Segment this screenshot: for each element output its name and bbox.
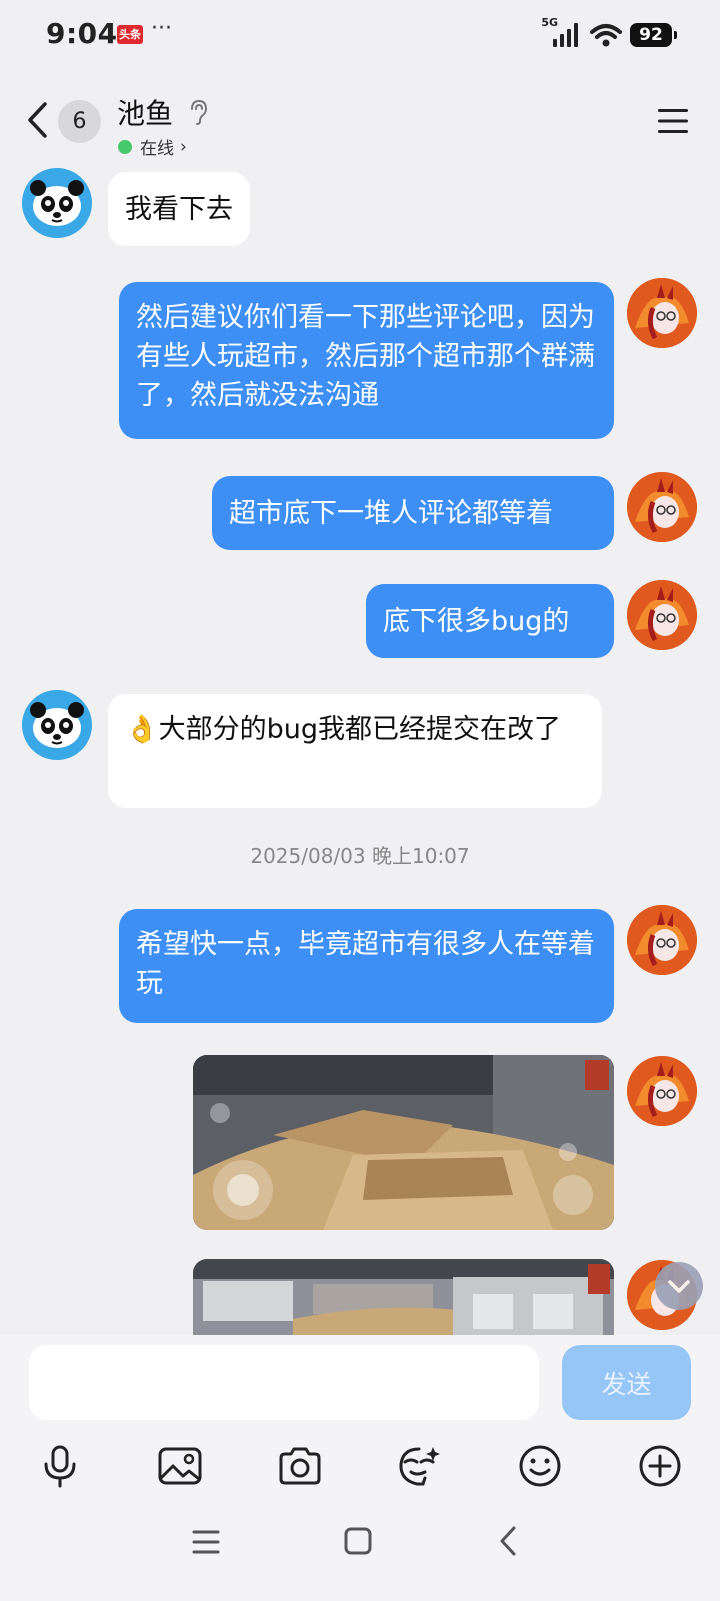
signal-icon — [553, 23, 578, 47]
home-icon[interactable] — [338, 1522, 378, 1562]
chevron-right-icon: › — [180, 136, 187, 157]
menu-icon[interactable] — [656, 106, 690, 136]
ear-icon[interactable] — [187, 98, 209, 126]
back-icon[interactable] — [490, 1522, 530, 1562]
pony-avatar-icon — [627, 472, 697, 542]
my-avatar[interactable] — [627, 580, 697, 650]
sticker-icon[interactable] — [394, 1440, 446, 1492]
my-avatar[interactable] — [627, 278, 697, 348]
chat-header: 6 池鱼 在线 › — [0, 82, 720, 168]
back-arrow-icon[interactable] — [20, 98, 56, 142]
message-bubble[interactable]: 超市底下一堆人评论都等着 — [212, 476, 614, 550]
pony-avatar-icon — [627, 278, 697, 348]
online-dot — [118, 139, 132, 154]
message-bubble[interactable]: 我看下去 — [108, 172, 250, 246]
contact-avatar[interactable] — [22, 690, 92, 760]
battery-indicator: 92 — [630, 23, 677, 47]
wifi-icon — [590, 24, 622, 47]
status-time: 9:04 — [46, 17, 118, 50]
plus-icon[interactable] — [634, 1440, 686, 1492]
online-status-text: 在线 — [140, 139, 174, 159]
message-bubble[interactable]: 底下很多bug的 — [366, 584, 614, 658]
pony-avatar-icon — [627, 1056, 697, 1126]
message-input[interactable] — [29, 1345, 539, 1420]
timestamp: 2025/08/03 晚上10:07 — [250, 844, 470, 868]
composer-toolbar — [0, 1440, 720, 1500]
chevron-down-icon — [668, 1280, 690, 1293]
scroll-to-bottom-button[interactable] — [655, 1262, 703, 1310]
panda-avatar-icon — [30, 702, 84, 748]
pony-avatar-icon — [627, 905, 697, 975]
more-notifications-icon: ··· — [151, 16, 172, 41]
image-icon[interactable] — [154, 1440, 206, 1492]
system-navbar — [0, 1522, 720, 1582]
news-app-icon: 头条 — [117, 25, 143, 44]
contact-name[interactable]: 池鱼 — [117, 92, 173, 132]
pony-avatar-icon — [627, 580, 697, 650]
message-text: 大部分的bug我都已经提交在改了 — [158, 714, 562, 745]
my-avatar[interactable] — [627, 472, 697, 542]
game-screenshot-image[interactable] — [193, 1259, 614, 1339]
menu-icon[interactable] — [186, 1522, 226, 1562]
emoji-icon[interactable] — [514, 1440, 566, 1492]
microphone-icon[interactable] — [34, 1440, 86, 1492]
contact-avatar[interactable] — [22, 168, 92, 238]
message-bubble[interactable]: 👌大部分的bug我都已经提交在改了 — [108, 694, 602, 808]
my-avatar[interactable] — [627, 905, 697, 975]
unread-count-badge[interactable]: 6 — [58, 100, 101, 143]
status-bar: 9:04 头条 ··· 5G 92 — [0, 0, 720, 70]
message-bubble[interactable]: 然后建议你们看一下那些评论吧，因为有些人玩超市，然后那个超市那个群满了，然后就没… — [119, 282, 614, 439]
my-avatar[interactable] — [627, 1056, 697, 1126]
online-status[interactable]: 在线 › — [118, 134, 187, 159]
send-button[interactable]: 发送 — [562, 1345, 691, 1420]
panda-avatar-icon — [30, 180, 84, 226]
ok-hand-emoji: 👌 — [125, 714, 159, 745]
game-screenshot-image[interactable] — [193, 1055, 614, 1230]
message-bubble[interactable]: 希望快一点，毕竟超市有很多人在等着玩 — [119, 909, 614, 1023]
camera-icon[interactable] — [274, 1440, 326, 1492]
